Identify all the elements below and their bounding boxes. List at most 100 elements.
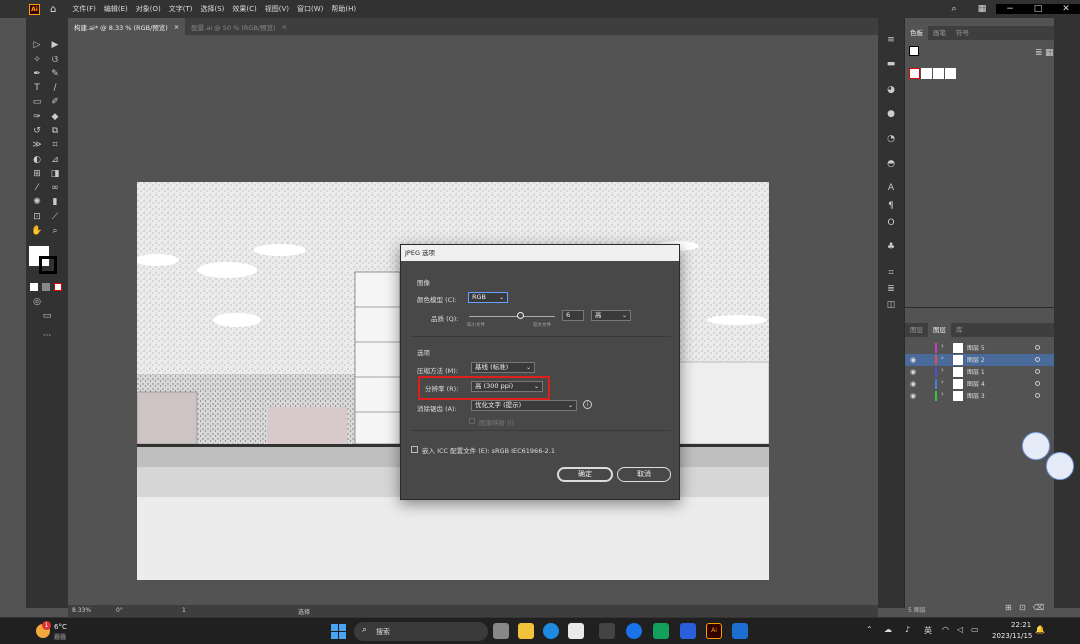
swatch-registration[interactable] xyxy=(921,68,932,79)
perspective-icon[interactable]: ⊿ xyxy=(48,154,62,166)
blend-tool-icon[interactable]: ∞ xyxy=(48,182,62,194)
maximize-button[interactable]: □ xyxy=(1024,4,1052,14)
draw-mode-icon[interactable]: ◎ xyxy=(30,296,44,308)
layer-name[interactable]: 图层 3 xyxy=(967,391,985,400)
chevron-right-icon[interactable]: › xyxy=(941,390,944,398)
stroke-icon[interactable]: ● xyxy=(885,108,897,120)
menu-edit[interactable]: 编辑(E) xyxy=(104,4,128,14)
color-mode-icon[interactable] xyxy=(30,283,38,291)
width-tool-icon[interactable]: ≫ xyxy=(30,139,44,151)
none-mode-icon[interactable] xyxy=(54,283,62,291)
task-view-icon[interactable] xyxy=(493,623,509,639)
appearance-icon[interactable]: ◔ xyxy=(885,133,897,145)
browser-icon[interactable] xyxy=(626,623,642,639)
menu-help[interactable]: 帮助(H) xyxy=(331,4,356,14)
curvature-tool-icon[interactable]: ✎ xyxy=(48,68,62,80)
home-icon[interactable]: ⌂ xyxy=(50,4,56,15)
chevron-right-icon[interactable]: › xyxy=(941,378,944,386)
gradient-tool-icon[interactable]: ◨ xyxy=(48,168,62,180)
layer-name[interactable]: 图层 5 xyxy=(967,343,985,352)
start-menu-icon[interactable] xyxy=(331,624,346,639)
target-icon[interactable] xyxy=(1035,393,1040,398)
opentype-icon[interactable]: O xyxy=(885,217,897,229)
layer-name[interactable]: 图层 4 xyxy=(967,379,985,388)
zoom-tool-icon[interactable]: ⌕ xyxy=(48,225,62,237)
layer-row[interactable]: › 图层 5 xyxy=(905,342,1055,354)
app-icon[interactable] xyxy=(599,623,615,639)
swatch-black[interactable] xyxy=(945,68,956,79)
gradient-mode-icon[interactable] xyxy=(42,283,50,291)
rotate-tool-icon[interactable]: ↺ xyxy=(30,125,44,137)
chevron-right-icon[interactable]: › xyxy=(941,342,944,350)
tab-document-2[interactable]: 配景.ai @ 50 % (RGB/预览) × xyxy=(185,18,293,35)
new-layer-icon[interactable]: ⊞ xyxy=(1005,603,1012,612)
file-explorer-icon[interactable] xyxy=(518,623,534,639)
shape-builder-icon[interactable]: ◐ xyxy=(30,154,44,166)
chevron-right-icon[interactable]: › xyxy=(941,354,944,362)
search-icon[interactable]: ⌕ xyxy=(940,4,968,14)
chevron-up-icon[interactable]: ⌃ xyxy=(866,625,873,634)
slice-tool-icon[interactable]: ⟋ xyxy=(48,211,62,223)
layer-row[interactable]: ◉ › 图层 2 xyxy=(905,354,1055,366)
free-transform-icon[interactable]: ⌗ xyxy=(48,139,62,151)
mail-icon[interactable] xyxy=(653,623,669,639)
mesh-tool-icon[interactable]: ⊞ xyxy=(30,168,44,180)
floating-assistant-icon[interactable] xyxy=(1022,432,1050,460)
tab-document-1[interactable]: 构建.ai* @ 8.33 % (RGB/预览) × xyxy=(68,18,186,35)
quality-slider-track[interactable] xyxy=(469,316,555,317)
target-icon[interactable] xyxy=(1035,381,1040,386)
search-box[interactable]: ⌕ 搜索 xyxy=(354,622,488,641)
layer-name[interactable]: 图层 2 xyxy=(967,355,985,364)
hand-tool-icon[interactable]: ✋ xyxy=(30,225,44,237)
eraser-icon[interactable]: ◆ xyxy=(48,111,62,123)
lasso-icon[interactable]: ଓ xyxy=(48,54,62,66)
visibility-eye-icon[interactable]: ◉ xyxy=(910,380,918,388)
wifi-icon[interactable]: ◠ xyxy=(942,625,949,634)
paintbrush-icon[interactable]: ✐ xyxy=(48,96,62,108)
minimize-button[interactable]: − xyxy=(996,4,1024,14)
grid-view-icon[interactable]: ▦ xyxy=(1045,48,1054,58)
layer-row[interactable]: ◉ › 图层 1 xyxy=(905,366,1055,378)
close-button[interactable]: ✕ xyxy=(1052,4,1080,14)
menu-select[interactable]: 选择(S) xyxy=(200,4,224,14)
input-language[interactable]: 英 xyxy=(924,625,932,636)
menu-file[interactable]: 文件(F) xyxy=(72,4,96,14)
visibility-eye-icon[interactable]: ◉ xyxy=(910,356,918,364)
target-icon[interactable] xyxy=(1035,357,1040,362)
close-icon[interactable]: × xyxy=(282,23,287,31)
clock-time[interactable]: 22:21 xyxy=(1011,621,1031,629)
target-icon[interactable] xyxy=(1035,369,1040,374)
paragraph-icon[interactable]: ¶ xyxy=(885,200,897,212)
menu-view[interactable]: 视图(V) xyxy=(265,4,289,14)
mic-icon[interactable]: ♪ xyxy=(905,625,910,634)
color-icon[interactable]: ◕ xyxy=(885,84,897,96)
ok-button[interactable]: 确定 xyxy=(557,467,613,482)
menu-effect[interactable]: 效果(C) xyxy=(232,4,256,14)
eyedropper-icon[interactable]: ⁄ xyxy=(30,182,44,194)
stroke-swatch[interactable] xyxy=(39,256,57,274)
graph-tool-icon[interactable]: ▮ xyxy=(48,196,62,208)
onedrive-icon[interactable]: ☁ xyxy=(884,625,892,634)
color-model-select[interactable]: RGB ⌄ xyxy=(468,292,508,303)
notification-bell-icon[interactable]: 🔔 xyxy=(1035,625,1045,634)
compression-select[interactable]: 基线 (标准) ⌄ xyxy=(471,362,535,373)
illustrator-taskbar-icon[interactable]: Ai xyxy=(706,623,722,639)
new-sublayer-icon[interactable]: ⊡ xyxy=(1019,603,1026,612)
target-icon[interactable] xyxy=(1035,345,1040,350)
quality-slider-thumb[interactable] xyxy=(517,312,525,319)
delete-layer-icon[interactable]: ⌫ xyxy=(1033,603,1044,612)
volume-icon[interactable]: ◁ xyxy=(957,625,963,634)
chevron-right-icon[interactable]: › xyxy=(941,366,944,374)
symbol-sprayer-icon[interactable]: ✺ xyxy=(30,196,44,208)
layer-row[interactable]: ◉ › 图层 3 xyxy=(905,390,1055,402)
rotation-value[interactable]: 0° xyxy=(116,607,123,614)
workspace-icon[interactable]: ▦ xyxy=(968,4,996,14)
floating-assistant-icon[interactable] xyxy=(1046,452,1074,480)
info-icon[interactable]: i xyxy=(583,400,592,409)
magic-wand-icon[interactable]: ✧ xyxy=(30,54,44,66)
more-tools-icon[interactable]: ··· xyxy=(40,330,54,342)
menu-type[interactable]: 文字(T) xyxy=(169,4,193,14)
line-tool-icon[interactable]: / xyxy=(48,82,62,94)
tab-swatches[interactable]: 色板 xyxy=(905,26,928,40)
visibility-eye-icon[interactable]: ◉ xyxy=(910,368,918,376)
